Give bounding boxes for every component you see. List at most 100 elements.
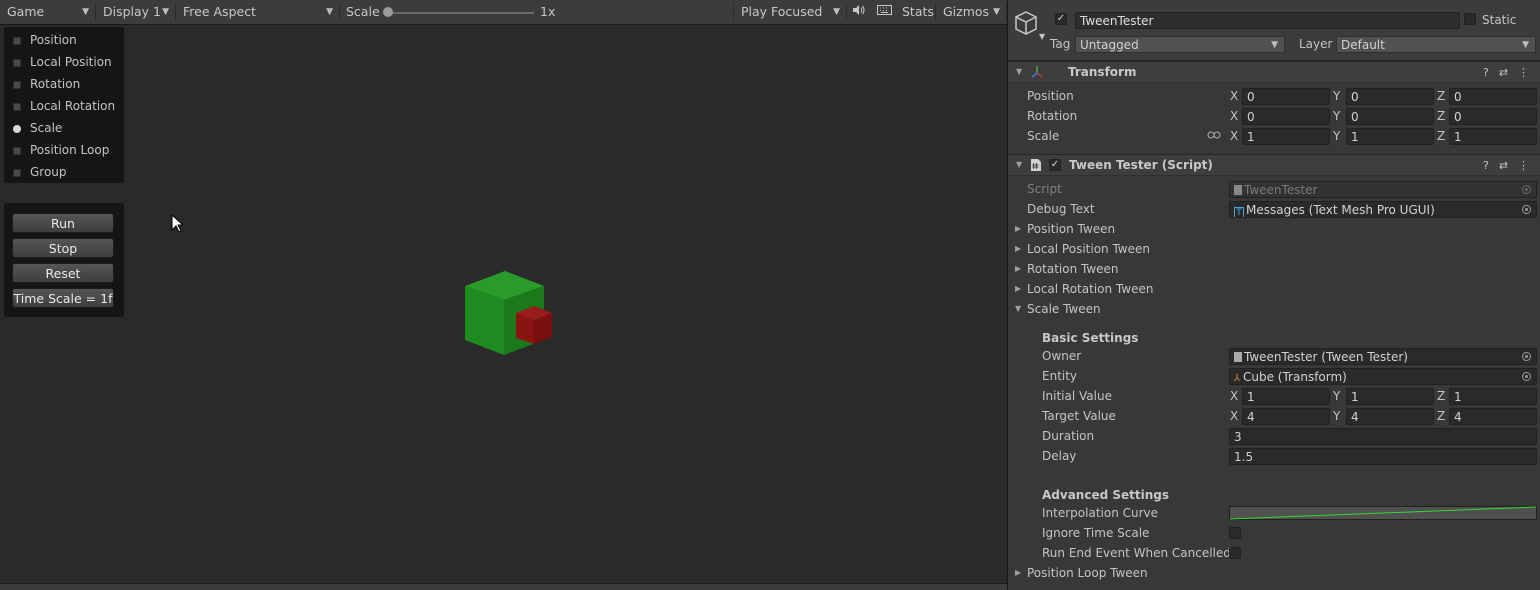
chevron-down-icon: ▼ [1271, 40, 1278, 50]
transform-header[interactable]: ▼ Transform ?⇄⋮ [1008, 61, 1540, 83]
mouse-cursor-icon [171, 214, 183, 233]
keyboard-icon[interactable] [877, 3, 892, 21]
view-dropdown[interactable]: Game ▼ [0, 3, 96, 21]
foldout-open-icon: ▼ [1015, 304, 1022, 313]
target-y-field[interactable]: 4 [1346, 408, 1434, 425]
aspect-dropdown[interactable]: Free Aspect ▼ [176, 3, 340, 21]
ignore-time-scale-label: Ignore Time Scale [1042, 526, 1150, 540]
foldout-label: Local Position Tween [1027, 242, 1150, 256]
radio-label: Rotation [30, 77, 81, 91]
scale-x-field[interactable]: 1 [1242, 128, 1330, 145]
component-menu-icons[interactable]: ?⇄⋮ [1483, 66, 1539, 79]
rotation-z-field[interactable]: 0 [1449, 108, 1537, 125]
scale-y-field[interactable]: 1 [1346, 128, 1434, 145]
chevron-down-icon[interactable]: ▼ [1039, 32, 1045, 41]
transform-title: Transform [1068, 65, 1137, 79]
control-panel: Run Stop Reset Time Scale = 1f [4, 203, 124, 317]
tween-tester-header[interactable]: ▼ ✓ Tween Tester (Script) ?⇄⋮ [1008, 154, 1540, 176]
entity-field[interactable]: ⅄ Cube (Transform) [1229, 368, 1537, 385]
target-x-field[interactable]: 4 [1242, 408, 1330, 425]
gameobject-cube-icon [1015, 11, 1037, 35]
layer-dropdown[interactable]: Default ▼ [1336, 36, 1536, 53]
position-label: Position [1027, 89, 1074, 103]
script-enabled-checkbox[interactable]: ✓ [1049, 159, 1061, 171]
owner-field[interactable]: TweenTester (Tween Tester) [1229, 348, 1537, 365]
reset-button[interactable]: Reset [12, 263, 114, 283]
scale-value: 1x [540, 4, 556, 19]
foldout-closed-icon: ▶ [1015, 568, 1022, 577]
entity-value: Cube (Transform) [1243, 370, 1347, 384]
initial-x-field[interactable]: 1 [1242, 388, 1330, 405]
chevron-down-icon: ▼ [833, 7, 840, 17]
transform-icon [1031, 66, 1043, 78]
tag-dropdown[interactable]: Untagged ▼ [1075, 36, 1285, 53]
object-picker-icon[interactable] [1522, 352, 1531, 361]
target-z-field[interactable]: 4 [1449, 408, 1537, 425]
position-z-field[interactable]: 0 [1449, 88, 1537, 105]
text-component-icon: T [1234, 207, 1244, 217]
duration-field[interactable]: 3 [1229, 428, 1537, 445]
gizmos-dropdown[interactable]: Gizmos ▼ [935, 3, 1007, 21]
red-cube [516, 306, 552, 344]
time-scale-button[interactable]: Time Scale = 1f [12, 288, 114, 308]
rotation-label: Rotation [1027, 109, 1078, 123]
foldout-open-icon: ▼ [1016, 67, 1023, 76]
duration-label: Duration [1042, 429, 1095, 443]
foldout-label: Position Loop Tween [1027, 566, 1148, 580]
radio-label: Group [30, 165, 67, 179]
link-icon[interactable] [1207, 130, 1221, 140]
scale-slider-track[interactable] [388, 12, 534, 14]
rotation-x-field[interactable]: 0 [1242, 108, 1330, 125]
radio-label: Position Loop [30, 143, 110, 157]
layer-value: Default [1341, 38, 1385, 52]
object-picker-icon[interactable] [1522, 205, 1531, 214]
scale-slider-handle[interactable] [383, 7, 393, 17]
initial-y-field[interactable]: 1 [1346, 388, 1434, 405]
tween-tester-title: Tween Tester (Script) [1069, 158, 1213, 172]
component-menu-icons[interactable]: ?⇄⋮ [1483, 159, 1539, 172]
active-checkbox[interactable]: ✓ [1055, 13, 1067, 25]
audio-icon[interactable] [852, 3, 865, 21]
ignore-time-scale-checkbox[interactable] [1229, 527, 1241, 539]
axis-x-label: X [1230, 129, 1239, 143]
entity-label: Entity [1042, 369, 1078, 383]
display-label: Display 1 [103, 4, 162, 19]
radio-indicator [13, 169, 21, 177]
object-picker-icon[interactable] [1522, 372, 1531, 381]
owner-label: Owner [1042, 349, 1082, 363]
run-end-event-checkbox[interactable] [1229, 547, 1241, 559]
axis-x-label: X [1230, 109, 1239, 123]
axis-z-label: Z [1437, 409, 1446, 423]
run-button[interactable]: Run [12, 213, 114, 233]
run-end-event-label: Run End Event When Cancelled [1042, 546, 1231, 560]
axis-y-label: Y [1333, 409, 1341, 423]
position-y-field[interactable]: 0 [1346, 88, 1434, 105]
delay-field[interactable]: 1.5 [1229, 448, 1537, 465]
object-name-field[interactable]: TweenTester [1075, 12, 1460, 29]
script-file-icon [1234, 352, 1242, 362]
display-dropdown[interactable]: Display 1 ▼ [96, 3, 176, 21]
play-mode-dropdown[interactable]: Play Focused ▼ [733, 3, 847, 21]
axis-y-label: Y [1333, 389, 1341, 403]
radio-indicator [13, 147, 21, 155]
chevron-down-icon: ▼ [326, 7, 333, 17]
interpolation-curve-field[interactable] [1229, 506, 1537, 520]
axis-x-label: X [1230, 89, 1239, 103]
position-x-field[interactable]: 0 [1242, 88, 1330, 105]
radio-indicator [13, 81, 21, 89]
radio-label: Position [30, 33, 77, 47]
axis-z-label: Z [1437, 89, 1446, 103]
static-checkbox[interactable] [1464, 13, 1476, 25]
stats-button[interactable]: Stats [902, 3, 934, 21]
script-object-field: TweenTester [1229, 181, 1537, 198]
initial-z-field[interactable]: 1 [1449, 388, 1537, 405]
delay-label: Delay [1042, 449, 1077, 463]
radio-indicator [13, 59, 21, 67]
stop-button[interactable]: Stop [12, 238, 114, 258]
chevron-down-icon: ▼ [1522, 40, 1529, 50]
scale-z-field[interactable]: 1 [1449, 128, 1537, 145]
play-mode-label: Play Focused [741, 4, 823, 19]
rotation-y-field[interactable]: 0 [1346, 108, 1434, 125]
advanced-settings-heading: Advanced Settings [1042, 488, 1170, 502]
debug-text-field[interactable]: T Messages (Text Mesh Pro UGUI) [1229, 201, 1537, 218]
